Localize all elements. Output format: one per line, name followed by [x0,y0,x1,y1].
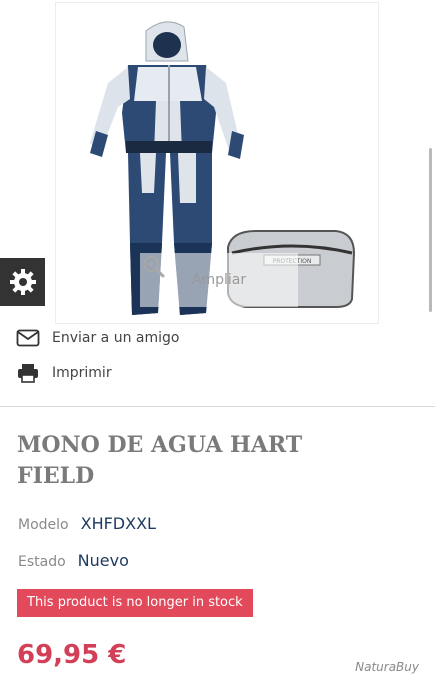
condition-row: Estado Nuevo [18,551,129,570]
section-divider [0,406,435,407]
model-value: XHFDXXL [80,514,156,533]
product-price: 69,95 € [17,640,127,670]
model-row: Modelo XHFDXXL [18,514,156,533]
condition-label: Estado [18,554,66,570]
gear-icon [9,269,36,295]
send-to-friend-label: Enviar a un amigo [52,330,180,346]
settings-tab[interactable] [0,258,45,306]
zoom-button[interactable]: Ampliar [140,253,298,307]
product-image[interactable]: PROTECTION Ampliar [55,2,379,324]
page-scrollbar[interactable] [429,148,432,312]
magnifier-icon [143,256,165,278]
product-title: MONO DE AGUA HART FIELD [17,432,303,489]
zoom-label: Ampliar [191,272,247,288]
condition-value: Nuevo [77,551,129,570]
naturabuy-watermark: NaturaBuy [355,660,419,674]
print-label: Imprimir [52,365,112,381]
out-of-stock-badge: This product is no longer in stock [17,589,253,617]
print-link[interactable]: Imprimir [16,363,112,383]
model-label: Modelo [18,517,69,533]
send-to-friend-link[interactable]: Enviar a un amigo [16,328,179,348]
printer-icon [18,364,38,383]
envelope-icon [16,329,40,347]
